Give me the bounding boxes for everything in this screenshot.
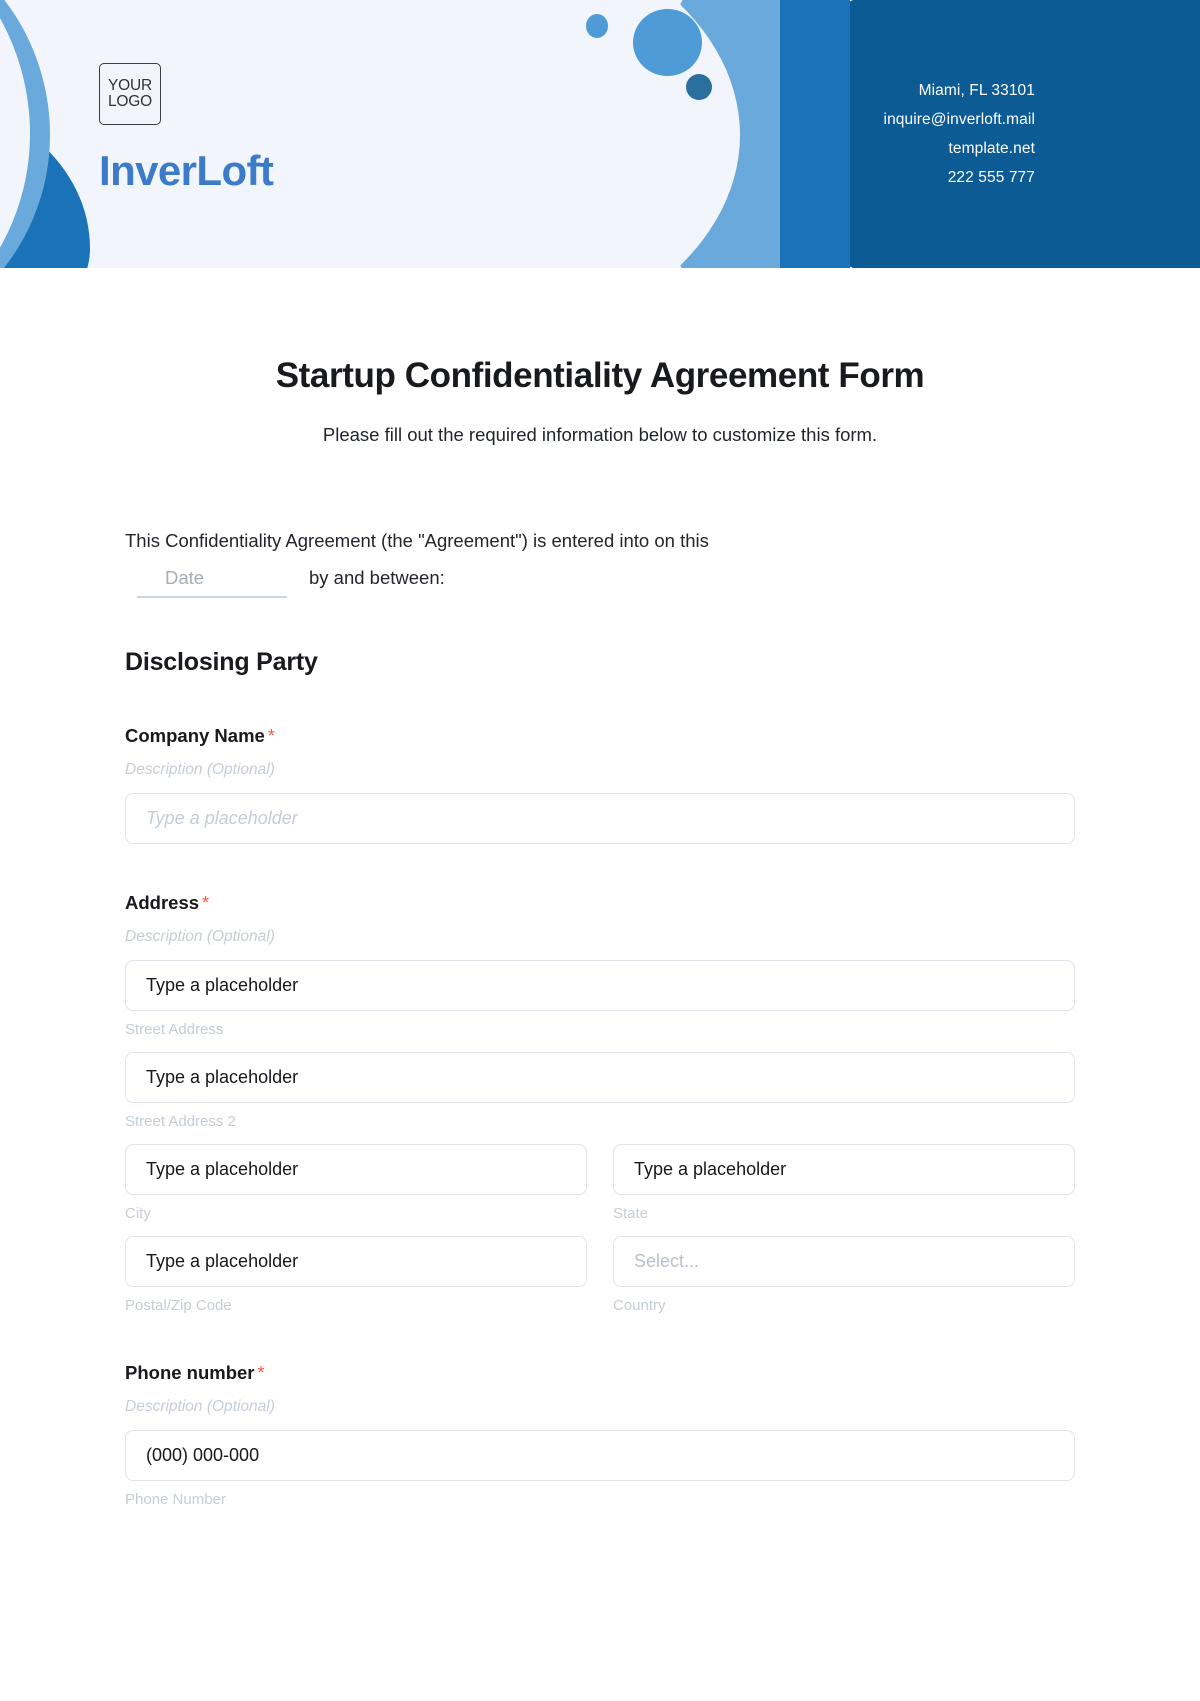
- phone-number-input[interactable]: (000) 000-000: [125, 1430, 1075, 1481]
- company-name-description: Description (Optional): [125, 761, 275, 778]
- phone-number-label-text: Phone number: [125, 1362, 255, 1383]
- field-phone-number: Phone number * Description (Optional) (00…: [125, 1362, 1075, 1508]
- contact-address: Miami, FL 33101: [918, 82, 1035, 99]
- contact-block: Miami, FL 33101 inquire@inverloft.mail t…: [884, 76, 1035, 192]
- street-address-sub-label: Street Address: [125, 1021, 224, 1038]
- postal-column: Type a placeholder Postal/Zip Code: [125, 1222, 587, 1314]
- required-asterisk: *: [267, 726, 275, 746]
- logo-line-2: LOGO: [108, 93, 152, 110]
- street-address-2-sub-label: Street Address 2: [125, 1113, 236, 1130]
- form-content: Startup Confidentiality Agreement Form P…: [0, 356, 1200, 1508]
- country-column: Select... Country: [613, 1222, 1075, 1314]
- contact-email: inquire@inverloft.mail: [883, 111, 1035, 128]
- required-asterisk: *: [202, 893, 210, 913]
- required-asterisk: *: [257, 1363, 265, 1383]
- postal-code-sub-label: Postal/Zip Code: [125, 1297, 232, 1314]
- city-input[interactable]: Type a placeholder: [125, 1144, 587, 1195]
- city-sub-label: City: [125, 1205, 151, 1222]
- agreement-intro-line-2: Date by and between:: [125, 565, 1075, 598]
- state-input[interactable]: Type a placeholder: [613, 1144, 1075, 1195]
- contact-phone: 222 555 777: [947, 169, 1035, 186]
- section-heading-disclosing-party: Disclosing Party: [125, 648, 318, 676]
- decorative-dot-large: [633, 9, 702, 76]
- city-column: Type a placeholder City: [125, 1130, 587, 1222]
- contact-website: template.net: [948, 140, 1035, 157]
- logo-placeholder: YOUR LOGO: [99, 63, 161, 125]
- agreement-intro-text: This Confidentiality Agreement (the "Agr…: [125, 530, 709, 551]
- phone-number-label: Phone number *: [125, 1362, 1075, 1384]
- address-label: Address *: [125, 892, 1075, 914]
- brand-name: InverLoft: [99, 147, 274, 194]
- logo-line-1: YOUR: [108, 77, 152, 95]
- street-address-input[interactable]: Type a placeholder: [125, 960, 1075, 1011]
- agreement-intro-tail: by and between:: [309, 567, 445, 588]
- decorative-dot-dark: [686, 74, 712, 100]
- city-state-row: Type a placeholder City Type a placehold…: [125, 1130, 1075, 1222]
- street-address-2-input[interactable]: Type a placeholder: [125, 1052, 1075, 1103]
- header-pale-panel: [0, 0, 740, 268]
- address-label-text: Address: [125, 892, 200, 913]
- page-title: Startup Confidentiality Agreement Form: [275, 356, 925, 395]
- field-address: Address * Description (Optional) Type a p…: [125, 892, 1075, 1314]
- company-name-input[interactable]: Type a placeholder: [125, 793, 1075, 844]
- page-subtitle: Please fill out the required information…: [322, 424, 878, 445]
- country-sub-label: Country: [613, 1297, 666, 1314]
- state-sub-label: State: [613, 1205, 649, 1222]
- field-company-name: Company Name * Description (Optional) Typ…: [125, 725, 1075, 844]
- postal-country-row: Type a placeholder Postal/Zip Code Selec…: [125, 1222, 1075, 1314]
- date-input[interactable]: Date: [137, 565, 287, 598]
- form-page: YOUR LOGO InverLoft Miami, FL 33101 inqu…: [0, 0, 1200, 1701]
- decorative-dot-small: [586, 14, 608, 38]
- letterhead-header: YOUR LOGO InverLoft Miami, FL 33101 inqu…: [0, 0, 1200, 268]
- company-name-label-text: Company Name: [125, 725, 265, 746]
- phone-number-description: Description (Optional): [125, 1398, 275, 1415]
- country-select[interactable]: Select...: [613, 1236, 1075, 1287]
- address-description: Description (Optional): [125, 928, 275, 945]
- postal-code-input[interactable]: Type a placeholder: [125, 1236, 587, 1287]
- phone-number-sub-label: Phone Number: [125, 1491, 226, 1508]
- company-name-label: Company Name *: [125, 725, 1075, 747]
- state-column: Type a placeholder State: [613, 1130, 1075, 1222]
